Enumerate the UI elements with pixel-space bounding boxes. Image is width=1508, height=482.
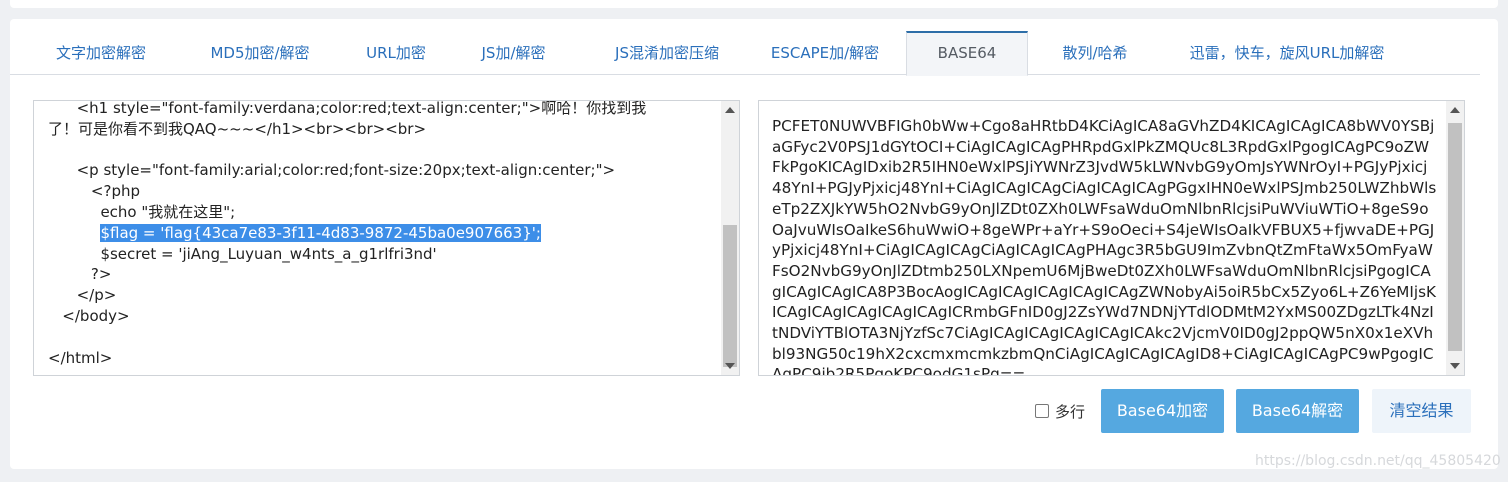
tab-bar: 文字加密解密 MD5加密/解密 URL加密 JS加/解密 JS混淆加密压缩 ES…	[10, 31, 1480, 76]
top-strip	[10, 0, 1498, 8]
code-line: echo "我就在这里";	[48, 202, 236, 221]
output-text[interactable]: PCFET0NUWVBFIGh0bWw+Cgo8aHRtbD4KCiAgICA8…	[759, 101, 1445, 375]
code-line: </body>	[48, 306, 130, 325]
base64-encode-button[interactable]: Base64加密	[1101, 389, 1224, 433]
base64-decode-button[interactable]: Base64解密	[1236, 389, 1359, 433]
code-line: <?php	[48, 182, 140, 201]
input-code[interactable]: <h1 style="font-family:verdana;color:red…	[34, 100, 720, 372]
code-line: </html>	[48, 348, 113, 367]
input-textarea[interactable]: <h1 style="font-family:verdana;color:red…	[33, 100, 740, 376]
tab-thunder-url[interactable]: 迅雷，快车，旋风URL加解密	[1172, 31, 1402, 75]
code-line: <p style="font-family:arial;color:red;fo…	[48, 161, 616, 180]
tab-url[interactable]: URL加密	[353, 31, 439, 75]
tab-js-obfuscate[interactable]: JS混淆加密压缩	[594, 31, 740, 75]
tab-text-encrypt[interactable]: 文字加密解密	[40, 31, 162, 75]
scroll-thumb[interactable]	[723, 225, 737, 367]
output-textarea[interactable]: PCFET0NUWVBFIGh0bWw+Cgo8aHRtbD4KCiAgICA8…	[758, 100, 1465, 376]
input-scrollbar[interactable]	[721, 101, 739, 375]
multiline-label: 多行	[1055, 402, 1086, 421]
code-line: 了！可是你看不到我QAQ~~~</h1><br><br><br>	[48, 119, 427, 138]
scroll-up-icon[interactable]	[1450, 107, 1460, 113]
scroll-down-icon[interactable]	[1450, 363, 1460, 369]
code-line-flag: $flag = 'flag{43ca7e83-3f11-4d83-9872-45…	[48, 223, 710, 244]
selected-flag-text: $flag = 'flag{43ca7e83-3f11-4d83-9872-45…	[100, 223, 541, 242]
tab-md5[interactable]: MD5加密/解密	[192, 31, 328, 75]
clear-result-button[interactable]: 清空结果	[1372, 389, 1471, 433]
code-line: <h1 style="font-family:verdana;color:red…	[48, 100, 647, 117]
watermark: https://blog.csdn.net/qq_45805420	[1255, 453, 1501, 469]
checkbox-icon[interactable]	[1035, 404, 1049, 418]
tab-hash[interactable]: 散列/哈希	[1045, 31, 1145, 75]
output-scrollbar[interactable]	[1446, 101, 1464, 375]
code-line: $secret = 'jiAng_Luyuan_w4nts_a_g1rlfri3…	[48, 244, 437, 263]
tab-base64[interactable]: BASE64	[906, 31, 1028, 76]
code-line: </p>	[48, 286, 117, 305]
scroll-down-icon[interactable]	[725, 363, 735, 369]
tab-escape[interactable]: ESCAPE加/解密	[762, 31, 888, 75]
multiline-checkbox[interactable]: 多行	[1035, 400, 1085, 422]
tab-js[interactable]: JS加/解密	[466, 31, 561, 75]
scroll-thumb[interactable]	[1448, 123, 1462, 351]
scroll-up-icon[interactable]	[725, 107, 735, 113]
code-line: ?>	[48, 265, 112, 284]
